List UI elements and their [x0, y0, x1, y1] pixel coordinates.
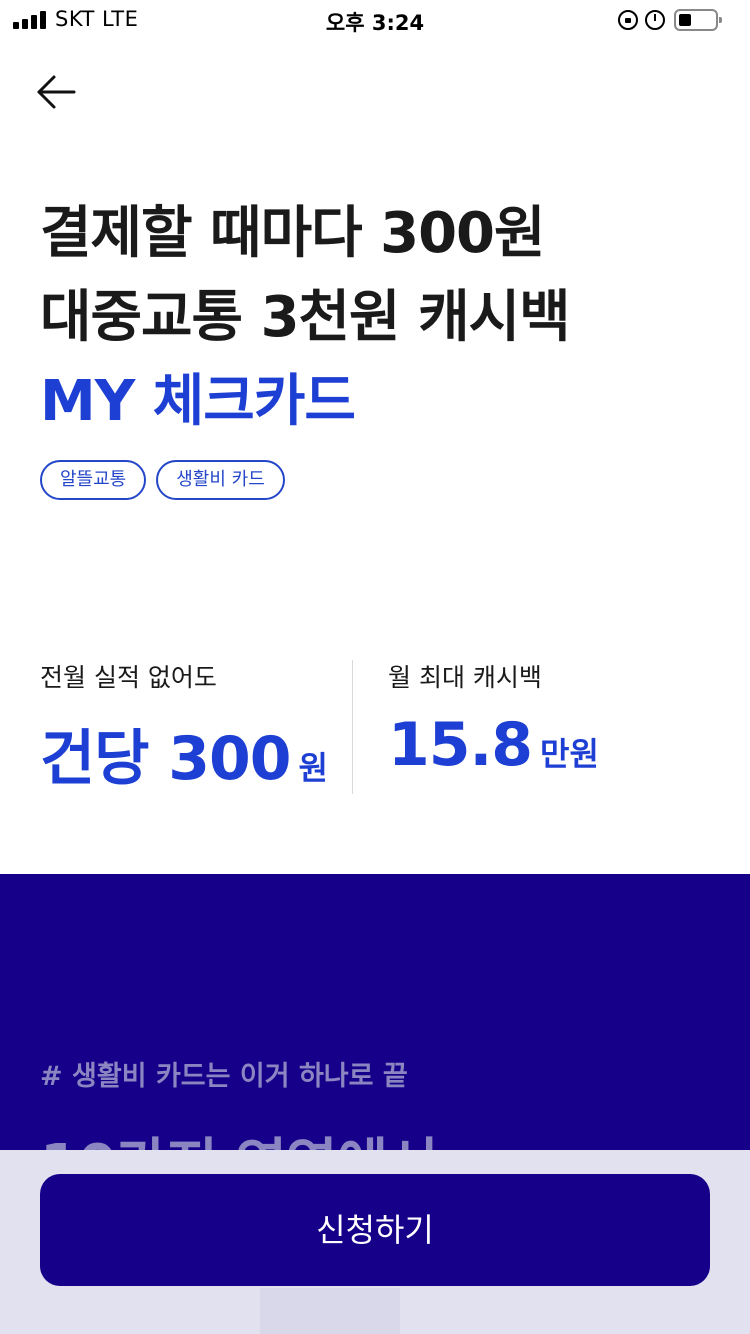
back-button[interactable]: [26, 64, 86, 120]
tag-list: 알뜰교통 생활비 카드: [40, 460, 285, 500]
bottom-cta-panel: 신청하기: [0, 1150, 750, 1334]
headline-line-1: 결제할 때마다 300원: [40, 201, 546, 266]
lock-rotation-icon: [618, 10, 638, 30]
apply-button[interactable]: 신청하기: [40, 1174, 710, 1286]
alarm-icon: [645, 10, 665, 30]
stat-label: 월 최대 캐시백: [388, 663, 542, 692]
benefit-stats: 전월 실적 없어도 건당 300 원 월 최대 캐시백 15.8 만원: [0, 660, 750, 794]
stat-number: 15.8: [388, 710, 533, 780]
headline-line-2: 대중교통 3천원 캐시백: [40, 285, 571, 350]
promo-hashtag: # 생활비 카드는 이거 하나로 끝: [40, 1061, 408, 1092]
stat-value: 건당 300 원: [40, 710, 328, 797]
card-name: MY 체크카드: [40, 369, 356, 434]
stat-unit: 만원: [540, 735, 599, 773]
tag-item[interactable]: 생활비 카드: [156, 460, 285, 500]
stat-label: 전월 실적 없어도: [40, 663, 217, 692]
status-icons: [618, 8, 736, 32]
stat-unit: 원: [298, 749, 328, 787]
tag-item[interactable]: 알뜰교통: [40, 460, 147, 500]
status-bar: SKT LTE 오후 3:24: [0, 0, 750, 40]
stat-per-transaction: 전월 실적 없어도 건당 300 원: [40, 660, 328, 797]
stat-max-cashback: 월 최대 캐시백 15.8 만원: [388, 660, 599, 780]
battery-icon: [674, 9, 722, 31]
stat-value: 15.8 만원: [388, 710, 599, 780]
headline: 결제할 때마다 300원 대중교통 3천원 캐시백 MY 체크카드: [40, 192, 720, 444]
stat-divider: [352, 660, 353, 794]
arrow-left-icon: [37, 75, 76, 109]
stat-number: 건당 300: [40, 724, 292, 794]
